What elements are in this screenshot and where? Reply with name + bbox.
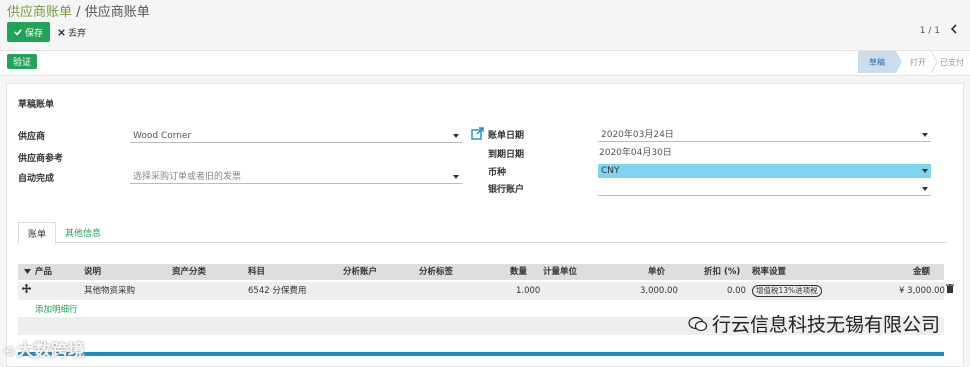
watermark-brand: ⟲ 大数跨境 [4,336,85,361]
stage-arrow-icon [931,51,937,73]
breadcrumb-current: 供应商账单 [84,5,150,20]
stage-paid[interactable]: 已支付 [940,51,970,73]
th-unit-price[interactable]: 单价 [648,264,665,280]
caret-down-icon [453,134,459,138]
tab-bill[interactable]: 账单 [18,222,56,245]
th-account[interactable]: 科目 [248,264,265,280]
page-title: 草稿账单 [18,100,55,110]
th-product[interactable]: 产品 [35,264,52,280]
tab-divider [18,242,948,243]
th-analytic-tags[interactable]: 分析标签 [419,264,453,280]
sort-caret-icon [24,264,31,280]
currency-label: 币种 [488,168,507,178]
vendor-ref-input[interactable] [130,151,462,165]
caret-down-icon [453,175,459,179]
watermark-brand-text: 大数跨境 [16,341,85,361]
autocomplete-placeholder: 选择采购订单或者旧的发票 [133,172,242,182]
caret-down-icon [922,169,928,173]
add-line-link[interactable]: 添加明细行 [35,303,78,315]
due-date-value[interactable]: 2020年04月30日 [596,146,929,160]
th-analytic-account[interactable]: 分析账户 [343,264,377,280]
currency-value: CNY [601,166,620,176]
cell-unit-price[interactable]: 3,000.00 [640,282,678,300]
stage-arrow-icon [896,51,902,73]
pager-value: 1 / 1 [919,26,940,36]
breadcrumb: 供应商账单 / 供应商账单 [7,1,150,20]
cell-quantity[interactable]: 1.000 [516,282,540,300]
th-discount[interactable]: 折扣 (%) [704,264,740,280]
watermark-company: 行云信息科技无锡有限公司 [688,310,940,337]
th-amount[interactable]: 金额 [913,264,930,280]
breadcrumb-separator: / [76,5,81,20]
cell-amount[interactable]: ¥ 3,000.00 [899,282,945,300]
status-bar [0,50,970,76]
validate-button[interactable]: 验证 [7,54,37,69]
bank-account-select[interactable] [598,182,931,196]
th-description[interactable]: 说明 [84,264,101,280]
discard-label: 丢弃 [68,28,87,39]
cell-taxes[interactable]: 增值税13%进项税 [752,282,822,300]
save-button[interactable]: 保存 [7,22,50,42]
vendor-label: 供应商 [18,132,46,142]
table-header [18,264,944,280]
brand-logo-icon: ⟲ [4,345,15,360]
th-taxes[interactable]: 税率设置 [752,264,786,280]
accent-bar [18,352,944,356]
discard-button[interactable]: 丢弃 [58,24,86,40]
drag-handle-icon[interactable] [22,282,31,300]
caret-down-icon [922,187,928,191]
vendor-ref-label: 供应商参考 [18,154,64,164]
close-icon [58,28,65,36]
watermark-company-text: 行云信息科技无锡有限公司 [711,314,940,336]
autocomplete-label: 自动完成 [18,174,55,184]
wechat-icon [688,315,708,337]
th-uom[interactable]: 计量单位 [543,264,577,280]
bill-date-label: 账单日期 [488,131,525,141]
cell-discount[interactable]: 0.00 [727,282,746,300]
autocomplete-select[interactable]: 选择采购订单或者旧的发票 [130,170,462,184]
vendor-value: Wood Corner [133,131,192,141]
stage-open[interactable]: 打开 [906,51,930,73]
cell-account[interactable]: 6542 分保费用 [248,282,306,300]
due-date-label: 到期日期 [488,150,525,160]
bill-date-input[interactable]: 2020年03月24日 [598,128,931,142]
cell-description[interactable]: 其他物资采购 [84,282,135,300]
save-label: 保存 [24,28,43,39]
breadcrumb-parent-link[interactable]: 供应商账单 [7,5,72,20]
bill-date-value: 2020年03月24日 [601,130,674,140]
check-icon [14,29,22,36]
stage-draft[interactable]: 草稿 [858,51,896,73]
external-link-icon[interactable] [471,127,484,143]
vendor-select[interactable]: Wood Corner [130,129,462,143]
chevron-left-icon[interactable] [950,23,958,38]
trash-icon[interactable] [946,282,954,300]
th-asset-category[interactable]: 资产分类 [172,264,206,280]
caret-down-icon [922,133,928,137]
bank-account-label: 银行账户 [488,185,525,195]
th-quantity[interactable]: 数量 [510,264,527,280]
currency-select[interactable]: CNY [598,164,931,178]
tab-other-info[interactable]: 其他信息 [60,222,106,242]
tax-tag: 增值税13%进项税 [752,285,822,297]
